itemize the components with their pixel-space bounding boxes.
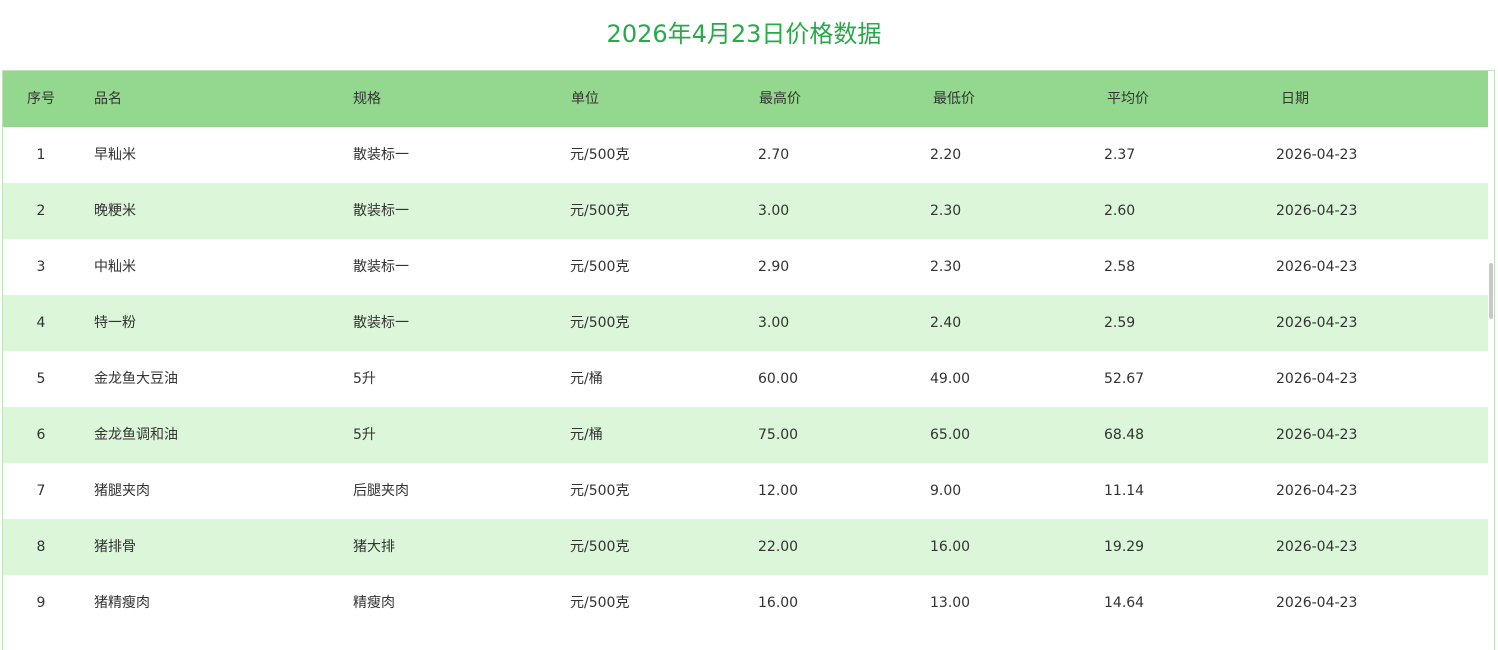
cell-min-price: 49.00 <box>930 371 971 387</box>
cell-min-price: 9.00 <box>930 483 962 499</box>
cell-date: 2026-04-23 <box>1276 203 1358 219</box>
cell-name: 猪精瘦肉 <box>94 595 150 611</box>
cell-max-price: 3.00 <box>758 315 790 331</box>
cell-avg-price: 2.60 <box>1104 203 1136 219</box>
header-min-price[interactable]: 最低价 <box>933 71 975 127</box>
table-row[interactable]: 4 特一粉 散装标一 元/500克 3.00 2.40 2.59 2026-04-23 <box>3 295 1489 351</box>
table-row[interactable]: 3 中籼米 散装标一 元/500克 2.90 2.30 2.58 2026-04-23 <box>3 239 1489 295</box>
cell-unit: 元/500克 <box>570 203 630 219</box>
table-row[interactable]: 2 晚粳米 散装标一 元/500克 3.00 2.30 2.60 2026-04-23 <box>3 183 1489 239</box>
cell-no: 7 <box>36 483 46 499</box>
cell-unit: 元/桶 <box>570 427 603 443</box>
cell-max-price: 3.00 <box>758 203 790 219</box>
cell-max-price: 22.00 <box>758 539 799 555</box>
table-row[interactable]: 1 早籼米 散装标一 元/500克 2.70 2.20 2.37 2026-04-23 <box>3 127 1489 183</box>
table-row[interactable]: 8 猪排骨 猪大排 元/500克 22.00 16.00 19.29 2026-04-23 <box>3 519 1489 575</box>
cell-name: 猪腿夹肉 <box>94 483 150 499</box>
cell-unit: 元/500克 <box>570 259 630 275</box>
cell-name: 猪排骨 <box>94 539 136 555</box>
cell-avg-price: 14.64 <box>1104 595 1145 611</box>
cell-max-price: 2.90 <box>758 259 790 275</box>
cell-max-price: 12.00 <box>758 483 799 499</box>
cell-spec: 5升 <box>353 371 376 387</box>
cell-date: 2026-04-23 <box>1276 371 1358 387</box>
header-no[interactable]: 序号 <box>3 71 79 127</box>
cell-spec: 散装标一 <box>353 147 409 163</box>
scrollbar-thumb[interactable] <box>1489 263 1493 319</box>
page-title: 2026年4月23日价格数据 <box>606 20 882 48</box>
cell-no: 5 <box>36 371 46 387</box>
cell-avg-price: 2.37 <box>1104 147 1136 163</box>
cell-min-price: 13.00 <box>930 595 971 611</box>
table-row[interactable]: 6 金龙鱼调和油 5升 元/桶 75.00 65.00 68.48 2026-04-23 <box>3 407 1489 463</box>
header-unit[interactable]: 单位 <box>571 71 599 127</box>
cell-no: 9 <box>36 595 46 611</box>
cell-avg-price: 68.48 <box>1104 427 1145 443</box>
cell-min-price: 65.00 <box>930 427 971 443</box>
cell-max-price: 16.00 <box>758 595 799 611</box>
cell-unit: 元/500克 <box>570 595 630 611</box>
cell-avg-price: 2.58 <box>1104 259 1136 275</box>
cell-min-price: 2.30 <box>930 259 962 275</box>
cell-date: 2026-04-23 <box>1276 539 1358 555</box>
header-name[interactable]: 品名 <box>94 71 122 127</box>
cell-max-price: 75.00 <box>758 427 799 443</box>
table-row[interactable]: 5 金龙鱼大豆油 5升 元/桶 60.00 49.00 52.67 2026-04-23 <box>3 351 1489 407</box>
table-header-row: 序号 品名 规格 单位 最高价 最低价 平均价 日期 <box>3 71 1489 127</box>
table-row[interactable]: 9 猪精瘦肉 精瘦肉 元/500克 16.00 13.00 14.64 2026-04-23 <box>3 575 1489 631</box>
cell-no: 8 <box>36 539 46 555</box>
cell-name: 晚粳米 <box>94 203 136 219</box>
header-date[interactable]: 日期 <box>1281 71 1309 127</box>
cell-spec: 后腿夹肉 <box>353 483 409 499</box>
cell-max-price: 60.00 <box>758 371 799 387</box>
cell-min-price: 2.20 <box>930 147 962 163</box>
cell-spec: 精瘦肉 <box>353 595 395 611</box>
cell-date: 2026-04-23 <box>1276 483 1358 499</box>
cell-no: 2 <box>36 203 46 219</box>
table-row[interactable]: 7 猪腿夹肉 后腿夹肉 元/500克 12.00 9.00 11.14 2026-04-23 <box>3 463 1489 519</box>
vertical-scrollbar[interactable] <box>1488 71 1494 650</box>
cell-unit: 元/桶 <box>570 371 603 387</box>
cell-avg-price: 2.59 <box>1104 315 1136 331</box>
cell-unit: 元/500克 <box>570 483 630 499</box>
cell-max-price: 2.70 <box>758 147 790 163</box>
price-table: 序号 品名 规格 单位 最高价 最低价 平均价 日期 1 早籼米 散装标一 元/500… <box>2 70 1495 650</box>
cell-date: 2026-04-23 <box>1276 147 1358 163</box>
cell-unit: 元/500克 <box>570 315 630 331</box>
cell-unit: 元/500克 <box>570 147 630 163</box>
cell-name: 金龙鱼调和油 <box>94 427 178 443</box>
cell-spec: 5升 <box>353 427 376 443</box>
cell-name: 特一粉 <box>94 315 136 331</box>
cell-spec: 散装标一 <box>353 203 409 219</box>
table-scroll-area[interactable]: 序号 品名 规格 单位 最高价 最低价 平均价 日期 1 早籼米 散装标一 元/500… <box>3 71 1489 650</box>
cell-avg-price: 19.29 <box>1104 539 1145 555</box>
cell-min-price: 2.40 <box>930 315 962 331</box>
cell-name: 中籼米 <box>94 259 136 275</box>
cell-no: 6 <box>36 427 46 443</box>
cell-date: 2026-04-23 <box>1276 315 1358 331</box>
cell-name: 早籼米 <box>94 147 136 163</box>
cell-date: 2026-04-23 <box>1276 427 1358 443</box>
cell-name: 金龙鱼大豆油 <box>94 371 178 387</box>
cell-spec: 散装标一 <box>353 259 409 275</box>
cell-avg-price: 52.67 <box>1104 371 1145 387</box>
header-avg-price[interactable]: 平均价 <box>1107 71 1149 127</box>
cell-min-price: 2.30 <box>930 203 962 219</box>
cell-spec: 散装标一 <box>353 315 409 331</box>
cell-spec: 猪大排 <box>353 539 395 555</box>
cell-date: 2026-04-23 <box>1276 259 1358 275</box>
cell-no: 4 <box>36 315 46 331</box>
header-spec[interactable]: 规格 <box>353 71 381 127</box>
header-max-price[interactable]: 最高价 <box>759 71 801 127</box>
cell-no: 3 <box>36 259 46 275</box>
cell-avg-price: 11.14 <box>1104 483 1145 499</box>
cell-no: 1 <box>36 147 46 163</box>
cell-unit: 元/500克 <box>570 539 630 555</box>
cell-min-price: 16.00 <box>930 539 971 555</box>
cell-date: 2026-04-23 <box>1276 595 1358 611</box>
